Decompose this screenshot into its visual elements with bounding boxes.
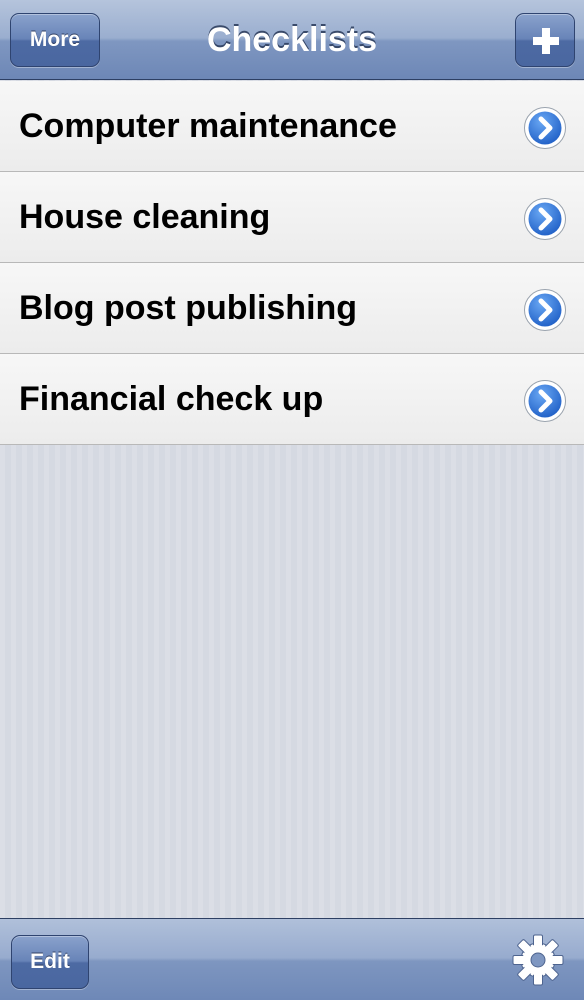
chevron-right-circle-icon[interactable] <box>523 197 567 241</box>
add-checklist-button[interactable] <box>515 13 575 67</box>
list-item[interactable]: Blog post publishing <box>0 263 584 354</box>
gear-icon[interactable] <box>511 933 565 987</box>
list-item-label: Computer maintenance <box>19 107 397 145</box>
list-item-label: Financial check up <box>19 380 324 418</box>
page-title: Checklists <box>206 21 378 59</box>
navigation-bar: More Checklists <box>0 0 584 80</box>
edit-button[interactable]: Edit <box>11 935 89 989</box>
list-item[interactable]: House cleaning <box>0 172 584 263</box>
plus-icon <box>533 28 559 54</box>
list-item[interactable]: Financial check up <box>0 354 584 445</box>
checklist-list: Computer maintenance House cleaning Blog… <box>0 81 584 445</box>
list-item-label: Blog post publishing <box>19 289 358 327</box>
list-item-label: House cleaning <box>19 198 271 236</box>
chevron-right-circle-icon[interactable] <box>523 106 567 150</box>
chevron-right-circle-icon[interactable] <box>523 379 567 423</box>
chevron-right-circle-icon[interactable] <box>523 288 567 332</box>
bottom-toolbar: Edit <box>0 918 584 1000</box>
list-item[interactable]: Computer maintenance <box>0 81 584 172</box>
